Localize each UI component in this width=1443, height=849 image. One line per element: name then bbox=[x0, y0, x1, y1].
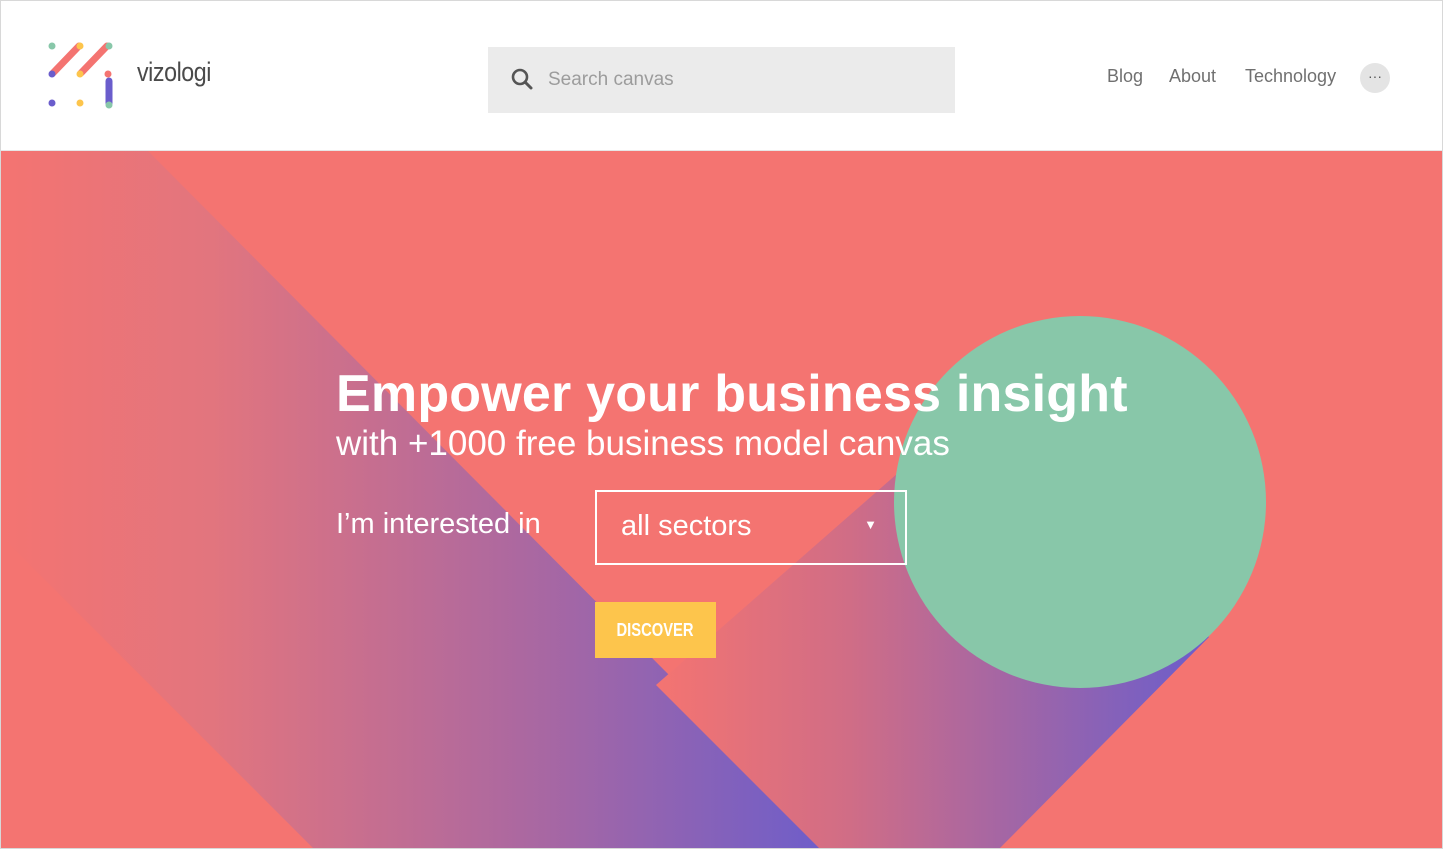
logo-link[interactable]: vizologi bbox=[45, 41, 225, 113]
search-input[interactable] bbox=[548, 47, 938, 113]
hero-headline: Empower your business insight bbox=[336, 365, 1128, 423]
discover-button[interactable]: DISCOVER bbox=[595, 602, 716, 658]
nav-link-technology[interactable]: Technology bbox=[1245, 66, 1336, 87]
more-icon: ··· bbox=[1368, 68, 1382, 84]
logo-mark bbox=[48, 42, 113, 109]
search-box bbox=[488, 47, 955, 113]
chevron-down-icon: ▼ bbox=[864, 517, 877, 532]
interest-label: I’m interested in bbox=[336, 508, 541, 540]
hero-subline: with +1000 free business model canvas bbox=[336, 424, 950, 463]
nav-link-about[interactable]: About bbox=[1169, 66, 1216, 87]
nav-link-blog[interactable]: Blog bbox=[1107, 66, 1143, 87]
search-icon[interactable] bbox=[510, 67, 534, 91]
sector-dropdown[interactable]: all sectors ▼ bbox=[595, 490, 907, 565]
brand-name: vizologi bbox=[137, 57, 212, 87]
sector-selected-value: all sectors bbox=[621, 510, 752, 542]
site-header: vizologi Blog About Technology ··· bbox=[1, 1, 1442, 151]
hero-section: Empower your business insight with +1000… bbox=[1, 151, 1442, 848]
more-menu-button[interactable]: ··· bbox=[1360, 63, 1390, 93]
browser-viewport: vizologi Blog About Technology ··· bbox=[0, 0, 1443, 849]
discover-button-label: DISCOVER bbox=[616, 620, 695, 640]
